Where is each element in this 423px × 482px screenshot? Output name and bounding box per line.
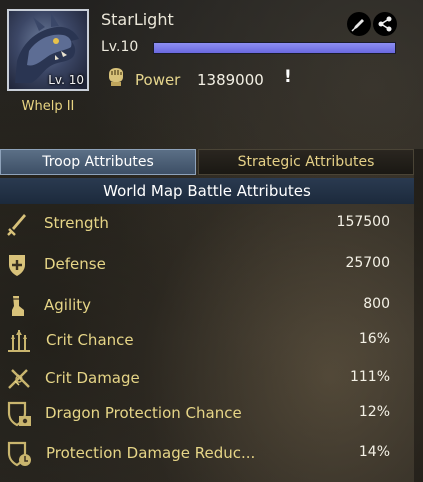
- attribute-label: Protection Damage Reduc...: [46, 444, 256, 462]
- dragon-stage-label: Whelp II: [21, 99, 75, 114]
- attribute-label: Agility: [44, 296, 92, 314]
- sword-icon: [4, 210, 30, 238]
- attribute-row-protection-damage-reduction: Protection Damage Reduc... 14%: [0, 437, 414, 471]
- panel-edge: [414, 149, 423, 482]
- dragon-shield-icon: [4, 400, 31, 428]
- attribute-row-crit-damage: Crit Damage 111%: [0, 362, 414, 396]
- pen-icon[interactable]: [347, 12, 371, 36]
- shield-plus-icon: [4, 251, 30, 279]
- fist-icon: [104, 64, 128, 88]
- attribute-value: 14%: [358, 444, 390, 460]
- attribute-value: 800: [363, 296, 390, 312]
- attribute-value: 25700: [345, 255, 390, 271]
- attribute-label: Dragon Protection Chance: [45, 404, 242, 422]
- attribute-value: 111%: [349, 369, 390, 385]
- attribute-row-strength: Strength 157500: [0, 207, 414, 241]
- attribute-label: Crit Damage: [45, 369, 140, 387]
- level-progress-bar: [153, 42, 396, 54]
- crit-damage-icon: [4, 365, 30, 393]
- attribute-value: 12%: [358, 404, 390, 420]
- tab-troop-attributes[interactable]: Troop Attributes: [0, 149, 196, 175]
- attribute-label: Strength: [44, 214, 109, 232]
- section-title: World Map Battle Attributes: [0, 178, 414, 204]
- attribute-value: 16%: [358, 331, 390, 347]
- attribute-row-dragon-protection-chance: Dragon Protection Chance 12%: [0, 397, 414, 431]
- power-label: Power: [135, 71, 181, 89]
- attribute-label: Defense: [44, 255, 106, 273]
- share-icon[interactable]: [373, 12, 397, 36]
- attribute-row-crit-chance: Crit Chance 16%: [0, 324, 414, 358]
- power-info-icon[interactable]: !: [284, 67, 292, 87]
- level-label: Lv.10: [101, 39, 139, 55]
- tab-strategic-attributes[interactable]: Strategic Attributes: [198, 149, 414, 175]
- level-progress-fill: [154, 43, 395, 53]
- power-value: 1389000: [197, 71, 264, 89]
- dragon-name: StarLight: [101, 10, 174, 29]
- crit-chance-icon: [4, 327, 30, 355]
- dragon-avatar[interactable]: Lv. 10: [7, 9, 89, 91]
- protection-shield-icon: [4, 440, 31, 468]
- avatar-level-badge: Lv. 10: [48, 73, 84, 87]
- attribute-value: 157500: [336, 214, 390, 230]
- attribute-row-defense: Defense 25700: [0, 248, 414, 282]
- attribute-label: Crit Chance: [46, 331, 134, 349]
- attribute-row-agility: Agility 800: [0, 289, 414, 323]
- boot-icon: [4, 292, 30, 320]
